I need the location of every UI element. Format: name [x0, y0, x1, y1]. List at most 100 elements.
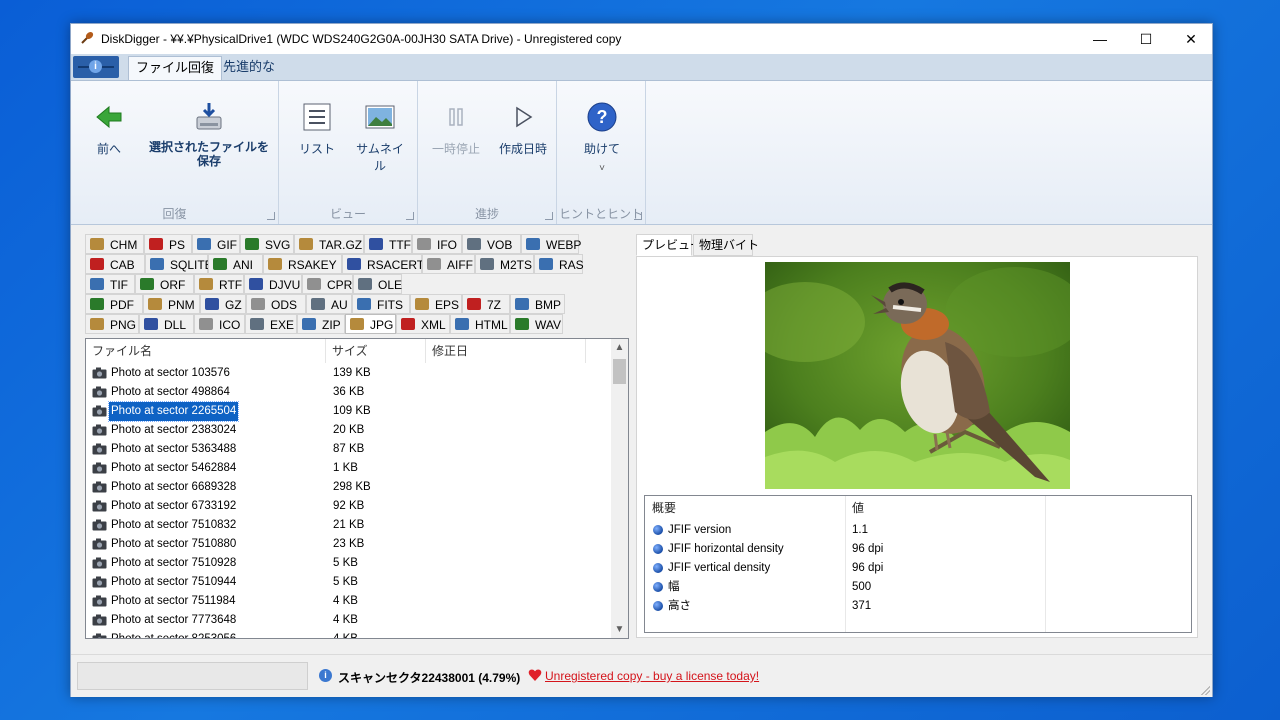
file-menu-button[interactable]: i	[73, 56, 119, 78]
buy-license-link[interactable]: Unregistered copy - buy a license today!	[545, 669, 759, 683]
filter-tab-svg[interactable]: SVG	[240, 234, 294, 254]
filter-tab-ps[interactable]: PS	[144, 234, 192, 254]
file-row[interactable]: Photo at sector 8253056 4 KB	[86, 630, 613, 638]
tab-physical-bytes[interactable]: 物理バイト	[693, 234, 759, 256]
maximize-button[interactable]: ☐	[1123, 24, 1169, 54]
scroll-down-icon[interactable]: ▼	[611, 621, 628, 638]
help-dropdown-icon[interactable]: ˅	[577, 163, 627, 174]
filter-tab-rtf[interactable]: RTF	[194, 274, 244, 294]
filter-tab-wav[interactable]: WAV	[510, 314, 563, 334]
scroll-up-icon[interactable]: ▲	[611, 339, 628, 356]
minimize-button[interactable]: —	[1077, 24, 1123, 54]
filter-tab-eps[interactable]: EPS	[410, 294, 462, 314]
filter-tab-zip[interactable]: ZIP	[297, 314, 345, 334]
back-button[interactable]: 前へ	[89, 101, 129, 157]
column-header-filename[interactable]: ファイル名	[86, 339, 326, 363]
filter-tab-orf[interactable]: ORF	[135, 274, 194, 294]
filter-tab-png[interactable]: PNG	[85, 314, 139, 334]
filter-tab-xml[interactable]: XML	[396, 314, 450, 334]
filter-tab-gz[interactable]: GZ	[200, 294, 246, 314]
resize-grip-icon[interactable]	[1200, 685, 1210, 695]
hints-launcher-icon[interactable]	[634, 212, 642, 220]
filter-tab-html[interactable]: HTML	[450, 314, 510, 334]
filter-tab-au[interactable]: AU	[306, 294, 352, 314]
tab-file-recovery[interactable]: ファイル回復	[128, 56, 223, 80]
file-row[interactable]: Photo at sector 7510880 23 KB	[86, 535, 613, 554]
file-list-scrollbar[interactable]: ▲ ▼	[611, 339, 628, 638]
thumbnail-view-button[interactable]: サムネイル	[351, 101, 409, 174]
tab-advanced[interactable]: 先進的な	[216, 56, 282, 80]
file-row[interactable]: Photo at sector 7510832 21 KB	[86, 516, 613, 535]
pause-button[interactable]: 一時停止	[428, 101, 484, 157]
filter-tab-jpg[interactable]: JPG	[345, 314, 396, 334]
save-selected-button[interactable]: 選択されたファイルを保存	[147, 101, 271, 168]
sort-by-date-button[interactable]: 作成日時	[494, 101, 552, 157]
filter-tab-tif[interactable]: TIF	[85, 274, 135, 294]
property-row[interactable]: 高さ 371	[645, 597, 1191, 616]
filter-tab-fits[interactable]: FITS	[352, 294, 410, 314]
column-header-size[interactable]: サイズ	[326, 339, 426, 363]
filter-tab-bmp[interactable]: BMP	[510, 294, 565, 314]
filter-tab-ico[interactable]: ICO	[194, 314, 245, 334]
filter-tab-ods[interactable]: ODS	[246, 294, 306, 314]
file-row[interactable]: Photo at sector 7510928 5 KB	[86, 554, 613, 573]
filter-tab-exe[interactable]: EXE	[245, 314, 297, 334]
file-row[interactable]: Photo at sector 7510944 5 KB	[86, 573, 613, 592]
properties-header-value[interactable]: 値	[845, 496, 864, 520]
tab-preview[interactable]: プレビュー	[636, 234, 702, 256]
file-row[interactable]: Photo at sector 498864 36 KB	[86, 383, 613, 402]
camera-icon	[92, 595, 107, 607]
filter-tab-label: SVG	[265, 238, 291, 252]
file-row[interactable]: Photo at sector 5462884 1 KB	[86, 459, 613, 478]
camera-icon	[92, 405, 107, 417]
file-row[interactable]: Photo at sector 6689328 298 KB	[86, 478, 613, 497]
property-row[interactable]: JFIF version 1.1	[645, 521, 1191, 540]
close-button[interactable]: ✕	[1168, 24, 1214, 54]
filter-tab-pdf[interactable]: PDF	[85, 294, 143, 314]
list-view-button[interactable]: リスト	[297, 101, 337, 157]
file-row[interactable]: Photo at sector 2265504 109 KB	[86, 401, 613, 422]
filter-tab-webp[interactable]: WEBP	[521, 234, 581, 254]
properties-header-summary[interactable]: 概要	[645, 496, 676, 520]
filter-tab-ras[interactable]: RAS	[534, 254, 584, 274]
filter-tab-rsakey[interactable]: RSAKEY	[263, 254, 342, 274]
recovery-launcher-icon[interactable]	[267, 212, 275, 220]
help-button[interactable]: ? 助けて ˅	[577, 101, 627, 174]
filter-tab-aiff[interactable]: AIFF	[422, 254, 475, 274]
scroll-thumb[interactable]	[613, 359, 626, 384]
property-key: JFIF version	[668, 524, 732, 536]
file-row[interactable]: Photo at sector 2383024 20 KB	[86, 421, 613, 440]
column-header-modified[interactable]: 修正日	[426, 339, 586, 363]
filter-tab-chm[interactable]: CHM	[85, 234, 144, 254]
filter-tab-gif[interactable]: GIF	[192, 234, 240, 254]
property-row[interactable]: JFIF vertical density 96 dpi	[645, 559, 1191, 578]
file-row[interactable]: Photo at sector 103576 139 KB	[86, 364, 613, 383]
filter-tab-ttf[interactable]: TTF	[364, 234, 412, 254]
filter-tab-rsacert[interactable]: RSACERT	[342, 254, 424, 274]
property-row[interactable]: JFIF horizontal density 96 dpi	[645, 540, 1191, 559]
file-type-icon	[455, 318, 469, 330]
file-type-icon	[347, 258, 361, 270]
property-row[interactable]: 幅 500	[645, 578, 1191, 597]
filter-tab-vob[interactable]: VOB	[462, 234, 521, 254]
filter-tab-pnm[interactable]: PNM	[143, 294, 200, 314]
filter-tab-tar-gz[interactable]: TAR.GZ	[294, 234, 364, 254]
filter-tab-sqlite[interactable]: SQLITE	[145, 254, 213, 274]
filter-tab-label: 7Z	[487, 298, 502, 312]
filter-tab-cpr[interactable]: CPR	[302, 274, 353, 294]
file-row[interactable]: Photo at sector 7773648 4 KB	[86, 611, 613, 630]
view-launcher-icon[interactable]	[406, 212, 414, 220]
filter-tab-m2ts[interactable]: M2TS	[475, 254, 534, 274]
filter-tab-ole[interactable]: OLE	[353, 274, 402, 294]
filter-tab-ani[interactable]: ANI	[208, 254, 263, 274]
file-row[interactable]: Photo at sector 7511984 4 KB	[86, 592, 613, 611]
filter-tab-djvu[interactable]: DJVU	[244, 274, 302, 294]
filter-tab-7z[interactable]: 7Z	[462, 294, 510, 314]
file-row[interactable]: Photo at sector 5363488 87 KB	[86, 440, 613, 459]
filter-tab-cab[interactable]: CAB	[85, 254, 145, 274]
filter-tab-ifo[interactable]: IFO	[412, 234, 462, 254]
file-type-icon	[245, 238, 259, 250]
progress-launcher-icon[interactable]	[545, 212, 553, 220]
filter-tab-dll[interactable]: DLL	[139, 314, 194, 334]
file-row[interactable]: Photo at sector 6733192 92 KB	[86, 497, 613, 516]
